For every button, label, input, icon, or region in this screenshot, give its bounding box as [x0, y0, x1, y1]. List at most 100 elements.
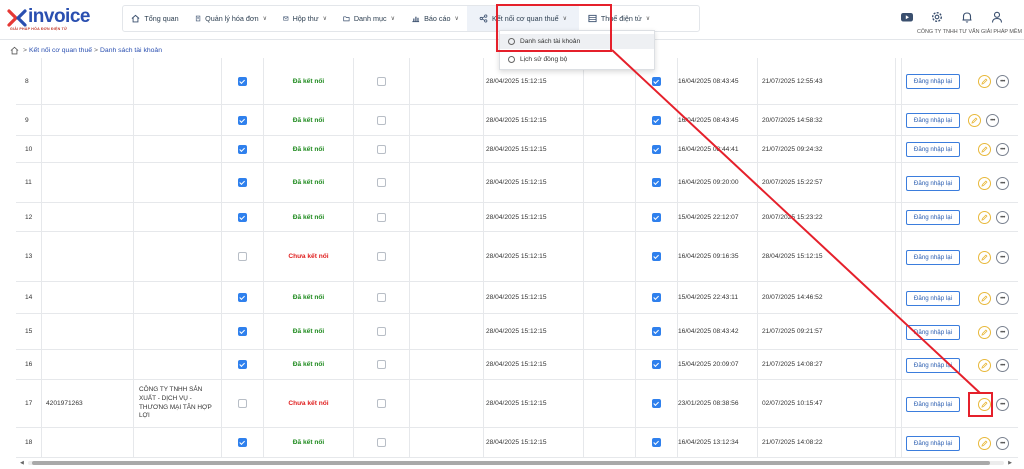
checkbox[interactable] — [652, 327, 661, 336]
more-options-button[interactable]: ••• — [996, 177, 1009, 190]
horizontal-scrollbar[interactable]: ◀ ▶ — [18, 460, 1014, 466]
more-options-button[interactable]: ••• — [996, 143, 1009, 156]
cell-check-3 — [636, 232, 678, 281]
edit-button[interactable] — [978, 359, 991, 372]
nav-item-0[interactable]: Tổng quan — [123, 6, 187, 31]
checkbox[interactable] — [377, 76, 386, 86]
menu-item-lich-su-dong-bo[interactable]: Lịch sử đồng bộ — [500, 52, 654, 67]
checkbox[interactable] — [238, 293, 247, 302]
checkbox[interactable] — [652, 144, 661, 154]
edit-button[interactable] — [968, 114, 981, 127]
checkbox[interactable] — [238, 115, 247, 125]
checkbox[interactable] — [238, 76, 247, 86]
login-again-button[interactable]: Đăng nhập lại — [906, 176, 960, 191]
scroll-left-arrow-icon[interactable]: ◀ — [20, 460, 24, 466]
nav-item-4[interactable]: Báo cáo ∨ — [403, 6, 467, 31]
edit-button[interactable] — [978, 326, 991, 339]
edit-button[interactable] — [978, 211, 991, 224]
more-options-button[interactable]: ••• — [986, 114, 999, 127]
login-again-button[interactable]: Đăng nhập lại — [906, 397, 960, 412]
login-again-button[interactable]: Đăng nhập lại — [906, 436, 960, 451]
checkbox[interactable] — [377, 360, 386, 369]
cell-stt: 12 — [16, 203, 42, 231]
nav-item-3[interactable]: Danh mục ∨ — [335, 6, 403, 31]
brand-name: invoice — [28, 6, 90, 27]
checkbox[interactable] — [238, 438, 247, 447]
checkbox[interactable] — [238, 144, 247, 154]
checkbox[interactable] — [652, 76, 661, 86]
login-again-button[interactable]: Đăng nhập lại — [906, 142, 960, 157]
login-again-button[interactable]: Đăng nhập lại — [906, 113, 960, 128]
edit-button[interactable] — [978, 292, 991, 305]
checkbox[interactable] — [377, 327, 386, 336]
checkbox[interactable] — [377, 399, 386, 408]
brand-logo[interactable]: invoice GIẢI PHÁP HÓA ĐƠN ĐIỆN TỬ — [6, 6, 116, 34]
checkbox[interactable] — [652, 252, 661, 261]
cell-check-3 — [636, 380, 678, 427]
bell-icon[interactable] — [960, 10, 974, 24]
cell-stt: 11 — [16, 163, 42, 202]
more-options-button[interactable]: ••• — [996, 326, 1009, 339]
cell-tax-code — [42, 350, 134, 379]
cell-company-name — [134, 58, 222, 104]
breadcrumb-item-ket-noi[interactable]: Kết nối cơ quan thuế — [29, 47, 92, 54]
edit-button[interactable] — [978, 177, 991, 190]
cell-empty — [410, 203, 484, 231]
checkbox[interactable] — [238, 252, 247, 261]
checkbox[interactable] — [377, 293, 386, 302]
checkbox[interactable] — [238, 360, 247, 369]
gear-icon[interactable] — [930, 10, 944, 24]
nav-item-1[interactable]: Quản lý hóa đơn ∨ — [187, 6, 275, 31]
checkbox[interactable] — [377, 115, 386, 125]
checkbox[interactable] — [238, 178, 247, 187]
cell-actions: Đăng nhập lại ••• — [902, 314, 1018, 349]
checkbox[interactable] — [652, 115, 661, 125]
edit-button[interactable] — [978, 251, 991, 264]
more-options-button[interactable]: ••• — [996, 437, 1009, 450]
checkbox[interactable] — [377, 178, 386, 187]
more-options-button[interactable]: ••• — [996, 211, 1009, 224]
login-again-button[interactable]: Đăng nhập lại — [906, 291, 960, 306]
scroll-thumb[interactable] — [32, 461, 990, 465]
checkbox[interactable] — [652, 399, 661, 408]
checkbox[interactable] — [238, 212, 247, 222]
radio-icon — [508, 56, 515, 63]
scroll-right-arrow-icon[interactable]: ▶ — [1008, 460, 1012, 466]
login-again-button[interactable]: Đăng nhập lại — [906, 358, 960, 373]
more-options-button[interactable]: ••• — [996, 292, 1009, 305]
cell-stt: 9 — [16, 105, 42, 135]
edit-button[interactable] — [978, 437, 991, 450]
user-icon[interactable] — [990, 10, 1004, 24]
login-again-button[interactable]: Đăng nhập lại — [906, 250, 960, 265]
edit-button[interactable] — [978, 75, 991, 88]
more-options-button[interactable]: ••• — [996, 359, 1009, 372]
checkbox[interactable] — [652, 212, 661, 222]
checkbox[interactable] — [238, 327, 247, 336]
login-again-button[interactable]: Đăng nhập lại — [906, 210, 960, 225]
more-options-button[interactable]: ••• — [996, 75, 1009, 88]
home-icon[interactable] — [10, 46, 19, 55]
checkbox[interactable] — [238, 399, 247, 408]
breadcrumb: > Kết nối cơ quan thuế > Danh sách tài k… — [10, 44, 162, 56]
edit-button[interactable] — [978, 143, 991, 156]
nav-item-2[interactable]: Hộp thư ∨ — [275, 6, 335, 31]
more-options-button[interactable]: ••• — [996, 251, 1009, 264]
checkbox[interactable] — [652, 438, 661, 447]
checkbox[interactable] — [377, 252, 386, 261]
checkbox[interactable] — [377, 212, 386, 222]
login-again-button[interactable]: Đăng nhập lại — [906, 325, 960, 340]
youtube-icon[interactable] — [900, 10, 914, 24]
cell-check-2 — [354, 136, 410, 162]
cell-tax-code — [42, 203, 134, 231]
login-again-button[interactable]: Đăng nhập lại — [906, 74, 960, 89]
cell-date-synced: 21/07/2025 09:24:32 — [758, 136, 896, 162]
cell-company-name: CÔNG TY TNHH SẢN XUẤT - DỊCH VỤ - THƯƠNG… — [134, 380, 222, 427]
checkbox[interactable] — [652, 293, 661, 302]
checkbox[interactable] — [652, 360, 661, 369]
cell-status: Đã kết nối — [264, 136, 354, 162]
checkbox[interactable] — [652, 178, 661, 187]
checkbox[interactable] — [377, 438, 386, 447]
more-options-button[interactable]: ••• — [996, 398, 1009, 411]
checkbox[interactable] — [377, 144, 386, 154]
breadcrumb-item-danh-sach[interactable]: Danh sách tài khoản — [100, 47, 162, 54]
